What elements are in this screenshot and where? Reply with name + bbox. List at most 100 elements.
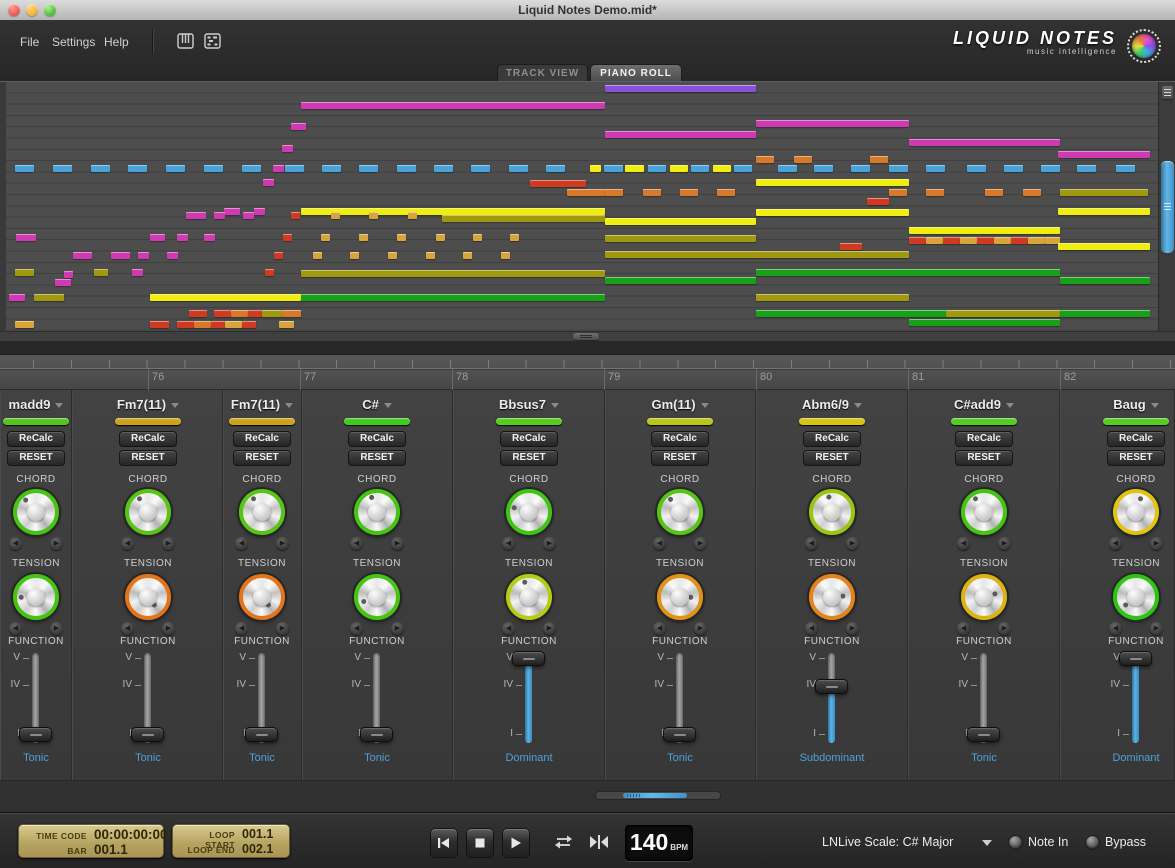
midi-note[interactable] <box>15 321 34 328</box>
midi-note[interactable] <box>717 189 735 196</box>
reset-button[interactable]: RESET <box>119 450 177 466</box>
chord-name-dropdown[interactable]: Abm6/9 <box>756 397 908 412</box>
midi-note[interactable] <box>840 243 862 250</box>
slider-track[interactable] <box>1132 653 1139 743</box>
step-left-button[interactable]: ◀ <box>653 622 666 635</box>
tension-knob[interactable] <box>657 574 703 620</box>
midi-note[interactable] <box>605 235 756 242</box>
midi-note[interactable] <box>814 165 833 172</box>
midi-note[interactable] <box>408 212 417 219</box>
tension-knob[interactable] <box>809 574 855 620</box>
midi-note[interactable] <box>166 165 185 172</box>
midi-note[interactable] <box>301 270 605 277</box>
midi-note[interactable] <box>926 237 943 244</box>
step-left-button[interactable]: ◀ <box>235 622 248 635</box>
midi-note[interactable] <box>605 131 756 138</box>
midi-note[interactable] <box>15 165 34 172</box>
slider-thumb[interactable] <box>131 727 164 742</box>
reset-button[interactable]: RESET <box>233 450 291 466</box>
midi-note[interactable] <box>150 234 165 241</box>
step-left-button[interactable]: ◀ <box>805 622 818 635</box>
chord-knob[interactable] <box>125 489 171 535</box>
midi-note[interactable] <box>231 310 248 317</box>
strips-scrollbar[interactable] <box>595 791 721 800</box>
reset-button[interactable]: RESET <box>803 450 861 466</box>
midi-note[interactable] <box>967 165 986 172</box>
slider-track[interactable] <box>525 653 532 743</box>
slider-thumb[interactable] <box>663 727 696 742</box>
slider-thumb[interactable] <box>815 679 848 694</box>
step-right-button[interactable]: ▶ <box>846 622 859 635</box>
midi-note[interactable] <box>321 234 330 241</box>
midi-note[interactable] <box>756 179 909 186</box>
tab-piano-roll[interactable]: PIANO ROLL <box>590 64 682 81</box>
midi-note[interactable] <box>530 180 586 187</box>
step-left-button[interactable]: ◀ <box>805 537 818 550</box>
midi-note[interactable] <box>756 156 774 163</box>
function-slider[interactable]: VIVI <box>640 652 720 752</box>
step-right-button[interactable]: ▶ <box>1150 537 1163 550</box>
step-right-button[interactable]: ▶ <box>276 537 289 550</box>
chord-knob[interactable] <box>961 489 1007 535</box>
midi-note[interactable] <box>473 234 482 241</box>
midi-note[interactable] <box>16 234 36 241</box>
midi-note[interactable] <box>1058 243 1150 250</box>
midi-note[interactable] <box>590 165 601 172</box>
recalc-button[interactable]: ReCalc <box>500 431 558 447</box>
step-left-button[interactable]: ◀ <box>502 622 515 635</box>
midi-note[interactable] <box>713 165 731 172</box>
midi-note[interactable] <box>242 321 256 328</box>
step-right-button[interactable]: ▶ <box>694 537 707 550</box>
step-right-button[interactable]: ▶ <box>162 622 175 635</box>
midi-note[interactable] <box>138 252 149 259</box>
midi-note[interactable] <box>55 279 71 286</box>
midi-note[interactable] <box>870 156 888 163</box>
midi-note[interactable] <box>350 252 359 259</box>
midi-note[interactable] <box>734 165 752 172</box>
midi-note[interactable] <box>501 252 510 259</box>
midi-note[interactable] <box>756 294 909 301</box>
menu-help[interactable]: Help <box>104 35 129 49</box>
midi-note[interactable] <box>254 208 265 215</box>
timeline-ruler[interactable]: 76777879808182 <box>0 355 1175 390</box>
play-button[interactable] <box>502 828 530 858</box>
midi-note[interactable] <box>648 165 666 172</box>
step-right-button[interactable]: ▶ <box>50 622 63 635</box>
step-left-button[interactable]: ◀ <box>350 622 363 635</box>
midi-note[interactable] <box>867 198 889 205</box>
midi-note[interactable] <box>331 212 340 219</box>
midi-note[interactable] <box>436 234 445 241</box>
midi-note[interactable] <box>794 156 812 163</box>
midi-note[interactable] <box>605 218 756 225</box>
recalc-button[interactable]: ReCalc <box>348 431 406 447</box>
chord-knob[interactable] <box>239 489 285 535</box>
midi-note[interactable] <box>943 237 960 244</box>
midi-note[interactable] <box>94 269 108 276</box>
midi-note[interactable] <box>204 165 223 172</box>
midi-note[interactable] <box>242 165 261 172</box>
midi-note[interactable] <box>1011 237 1028 244</box>
midi-note[interactable] <box>186 212 206 219</box>
bypass-led[interactable] <box>1085 835 1100 850</box>
midi-note[interactable] <box>1060 310 1150 317</box>
step-right-button[interactable]: ▶ <box>543 537 556 550</box>
chord-knob[interactable] <box>1113 489 1159 535</box>
midi-note[interactable] <box>889 189 907 196</box>
step-right-button[interactable]: ▶ <box>50 537 63 550</box>
midi-note[interactable] <box>994 237 1011 244</box>
midi-note[interactable] <box>64 271 73 278</box>
midi-note[interactable] <box>605 189 623 196</box>
midi-note[interactable] <box>605 251 909 258</box>
midi-note[interactable] <box>756 209 909 216</box>
slider-thumb[interactable] <box>19 727 52 742</box>
chord-knob[interactable] <box>354 489 400 535</box>
midi-note[interactable] <box>605 85 756 92</box>
midi-note[interactable] <box>1058 208 1150 215</box>
midi-note[interactable] <box>670 165 688 172</box>
recalc-button[interactable]: ReCalc <box>7 431 65 447</box>
midi-note[interactable] <box>322 165 341 172</box>
midi-note[interactable] <box>1060 277 1150 284</box>
step-left-button[interactable]: ◀ <box>235 537 248 550</box>
midi-note[interactable] <box>369 212 378 219</box>
step-right-button[interactable]: ▶ <box>998 537 1011 550</box>
